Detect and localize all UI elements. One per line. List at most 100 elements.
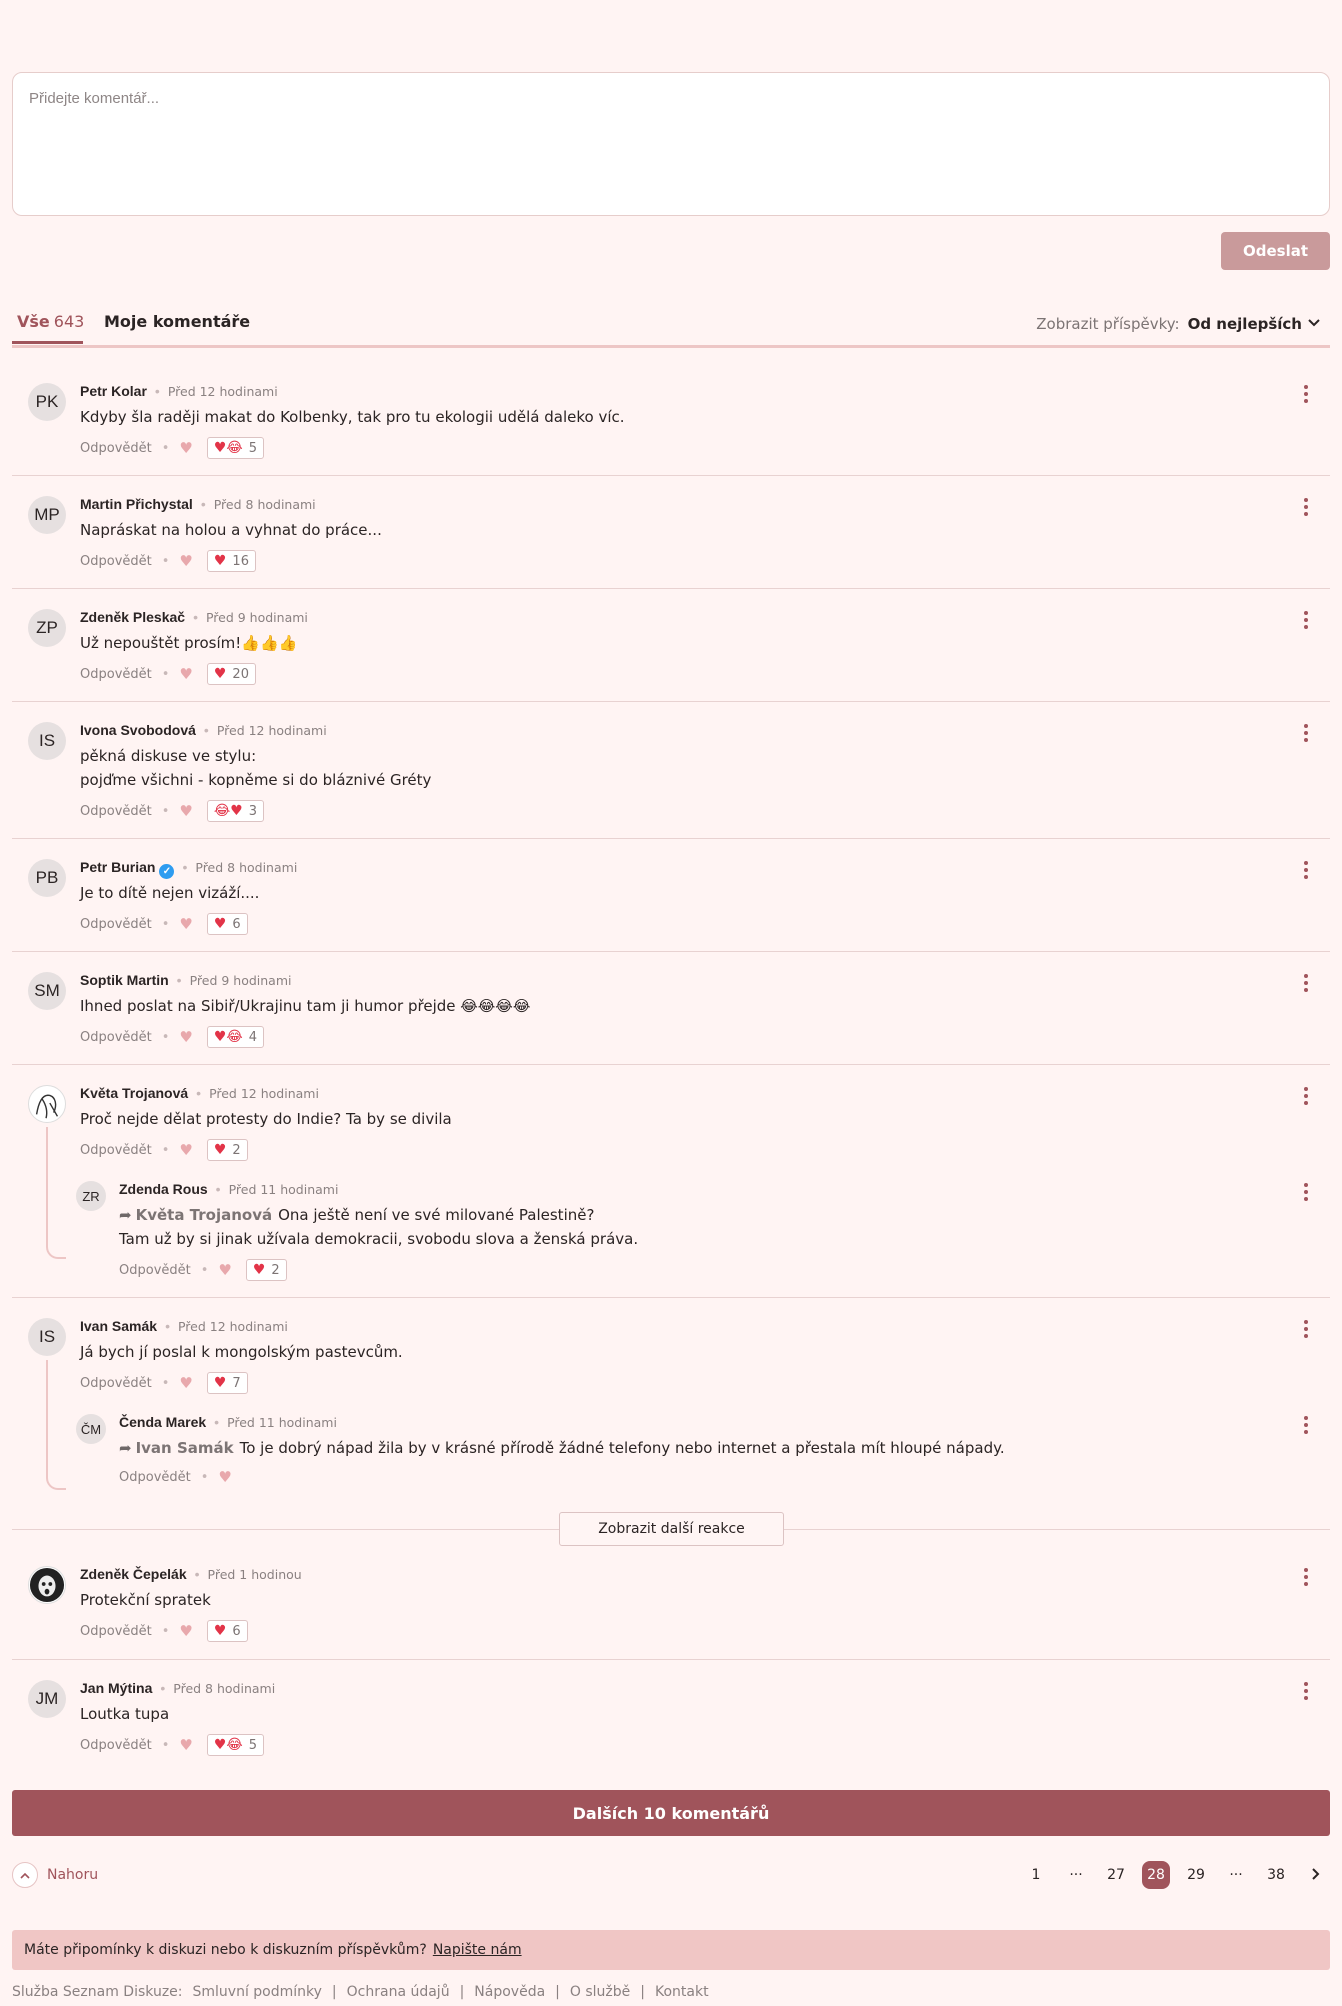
feedback-link[interactable]: Napište nám (433, 1942, 522, 1958)
reactions-badge[interactable]: ♥ 7 (206, 1372, 248, 1394)
like-heart-icon[interactable]: ♥ (179, 802, 192, 820)
page-link[interactable]: 27 (1102, 1861, 1130, 1889)
more-options-icon[interactable] (1304, 974, 1308, 992)
reply-button[interactable]: Odpovědět (80, 1624, 152, 1639)
avatar[interactable] (28, 1566, 66, 1604)
reply-header: Zdenda Rous • Před 11 hodinami (119, 1181, 339, 1197)
reactions-badge[interactable]: ♥ 2 (245, 1259, 287, 1281)
page-link[interactable]: 38 (1262, 1861, 1290, 1889)
like-heart-icon[interactable]: ♥ (179, 1028, 192, 1046)
author-name[interactable]: Jan Mýtina (80, 1680, 152, 1696)
author-name[interactable]: Zdeněk Čepelák (80, 1566, 187, 1582)
reply-button[interactable]: Odpovědět (80, 554, 152, 569)
send-button[interactable]: Odeslat (1221, 232, 1330, 270)
more-options-icon[interactable] (1304, 1183, 1308, 1201)
heart-icon: ♥ (213, 916, 227, 932)
reactions-badge[interactable]: ♥ 16 (206, 550, 256, 572)
more-options-icon[interactable] (1304, 611, 1308, 629)
like-heart-icon[interactable]: ♥ (179, 439, 192, 457)
load-more-comments-button[interactable]: Dalších 10 komentářů (12, 1790, 1330, 1836)
next-page-chevron-icon[interactable] (1302, 1861, 1330, 1889)
like-heart-icon[interactable]: ♥ (179, 1141, 192, 1159)
author-name[interactable]: Petr Burian (80, 859, 155, 875)
author-name[interactable]: Martin Přichystal (80, 496, 193, 512)
avatar[interactable]: IS (28, 1318, 66, 1356)
like-heart-icon[interactable]: ♥ (179, 552, 192, 570)
footer-link-privacy[interactable]: Ochrana údajů (347, 1984, 450, 2000)
like-heart-icon[interactable]: ♥ (218, 1468, 231, 1486)
reply-button[interactable]: Odpovědět (80, 917, 152, 932)
reply-button[interactable]: Odpovědět (80, 1738, 152, 1753)
footer-link-contact[interactable]: Kontakt (655, 1984, 709, 2000)
reactions-badge[interactable]: 😂♥ 3 (206, 800, 265, 822)
author-name[interactable]: Petr Kolar (80, 383, 147, 399)
reply-to-name[interactable]: Ivan Samák (136, 1439, 234, 1457)
footer-link-about[interactable]: O službě (570, 1984, 630, 2000)
avatar[interactable]: ČM (76, 1414, 106, 1444)
avatar[interactable]: PB (28, 859, 66, 897)
back-to-top-link[interactable]: Nahoru (12, 1862, 98, 1888)
more-options-icon[interactable] (1304, 1568, 1308, 1586)
sort-dropdown[interactable]: Zobrazit příspěvky: Od nejlepších (1036, 313, 1320, 333)
footer-link-terms[interactable]: Smluvní podmínky (193, 1984, 322, 2000)
comment-text: Proč nejde dělat protesty do Indie? Ta b… (80, 1110, 452, 1128)
more-options-icon[interactable] (1304, 861, 1308, 879)
more-options-icon[interactable] (1304, 1682, 1308, 1700)
reactions-badge[interactable]: ♥😂 5 (206, 437, 265, 459)
chevron-down-icon (1308, 313, 1320, 331)
author-name[interactable]: Čenda Marek (119, 1414, 206, 1430)
avatar[interactable]: JM (28, 1680, 66, 1718)
reply-button[interactable]: Odpovědět (119, 1470, 191, 1485)
author-name[interactable]: Ivan Samák (80, 1318, 157, 1334)
footer-link-help[interactable]: Nápověda (474, 1984, 545, 2000)
page-current[interactable]: 28 (1142, 1861, 1170, 1889)
like-heart-icon[interactable]: ♥ (218, 1261, 231, 1279)
reactions-badge[interactable]: ♥ 2 (206, 1139, 248, 1161)
more-options-icon[interactable] (1304, 1416, 1308, 1434)
like-heart-icon[interactable]: ♥ (179, 915, 192, 933)
more-options-icon[interactable] (1304, 1320, 1308, 1338)
reactions-badge[interactable]: ♥😂 4 (206, 1026, 265, 1048)
tab-my-comments[interactable]: Moje komentáře (104, 312, 250, 331)
more-options-icon[interactable] (1304, 385, 1308, 403)
reply-button[interactable]: Odpovědět (80, 667, 152, 682)
avatar[interactable]: IS (28, 722, 66, 760)
avatar[interactable]: ZR (76, 1181, 106, 1211)
author-name[interactable]: Květa Trojanová (80, 1085, 188, 1101)
page-link[interactable]: 29 (1182, 1861, 1210, 1889)
reactions-badge[interactable]: ♥ 20 (206, 663, 256, 685)
reply-button[interactable]: Odpovědět (80, 804, 152, 819)
tab-all[interactable]: Vše 643 (11, 312, 84, 344)
like-heart-icon[interactable]: ♥ (179, 1374, 192, 1392)
like-heart-icon[interactable]: ♥ (179, 1622, 192, 1640)
avatar[interactable]: ZP (28, 609, 66, 647)
like-heart-icon[interactable]: ♥ (179, 1736, 192, 1754)
reactions-badge[interactable]: ♥ 6 (206, 913, 248, 935)
reply-button[interactable]: Odpovědět (80, 441, 152, 456)
comment-header: Zdeněk Čepelák • Před 1 hodinou (80, 1566, 302, 1582)
author-name[interactable]: Zdeněk Pleskač (80, 609, 185, 625)
comment-input[interactable]: Přidejte komentář... (12, 72, 1330, 216)
reply-button[interactable]: Odpovědět (119, 1263, 191, 1278)
reactions-badge[interactable]: ♥ 6 (206, 1620, 248, 1642)
reply-to-name[interactable]: Květa Trojanová (136, 1206, 273, 1224)
reply-button[interactable]: Odpovědět (80, 1376, 152, 1391)
avatar[interactable] (28, 1085, 66, 1123)
like-heart-icon[interactable]: ♥ (179, 665, 192, 683)
more-options-icon[interactable] (1304, 724, 1308, 742)
avatar[interactable]: PK (28, 383, 66, 421)
page-link[interactable]: 1 (1022, 1861, 1050, 1889)
author-name[interactable]: Soptik Martin (80, 972, 169, 988)
more-options-icon[interactable] (1304, 1087, 1308, 1105)
reply-button[interactable]: Odpovědět (80, 1030, 152, 1045)
reactions-badge[interactable]: ♥😂 5 (206, 1734, 265, 1756)
more-options-icon[interactable] (1304, 498, 1308, 516)
avatar[interactable]: MP (28, 496, 66, 534)
author-name[interactable]: Ivona Svobodová (80, 722, 196, 738)
comment-text: Napráskat na holou a vyhnat do práce... (80, 521, 382, 539)
show-more-reactions-button[interactable]: Zobrazit další reakce (559, 1512, 784, 1546)
reply-button[interactable]: Odpovědět (80, 1143, 152, 1158)
comment-time: Před 12 hodinami (177, 1319, 288, 1334)
author-name[interactable]: Zdenda Rous (119, 1181, 208, 1197)
avatar[interactable]: SM (28, 972, 66, 1010)
